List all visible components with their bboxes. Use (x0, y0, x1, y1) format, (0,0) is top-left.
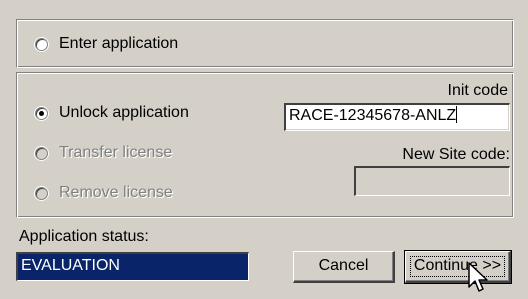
transfer-license-label: Transfer license (59, 144, 173, 161)
new-site-code-label: New Site code: (402, 146, 510, 163)
init-code-value: RACE-12345678-ANLZ (289, 107, 457, 124)
unlock-application-radio[interactable] (35, 107, 48, 120)
cancel-button[interactable]: Cancel (293, 251, 395, 283)
application-status-value-box: EVALUATION (16, 252, 249, 281)
new-site-code-input (354, 166, 510, 196)
init-code-input[interactable]: RACE-12345678-ANLZ (284, 103, 510, 131)
arrow-pointer-icon (468, 262, 488, 292)
application-status-value: EVALUATION (21, 257, 120, 274)
remove-license-label: Remove license (59, 184, 173, 201)
radio-selected-dot (39, 111, 44, 116)
init-code-label: Init code (447, 82, 508, 99)
enter-application-label[interactable]: Enter application (59, 34, 178, 54)
application-status-label: Application status: (19, 228, 149, 245)
cancel-button-label: Cancel (318, 257, 369, 274)
transfer-license-radio (35, 147, 48, 160)
text-caret (456, 106, 458, 123)
remove-license-radio (35, 187, 48, 200)
enter-application-radio[interactable] (35, 38, 48, 51)
continue-button[interactable]: Continue >> (404, 250, 512, 284)
unlock-application-label[interactable]: Unlock application (59, 103, 189, 123)
